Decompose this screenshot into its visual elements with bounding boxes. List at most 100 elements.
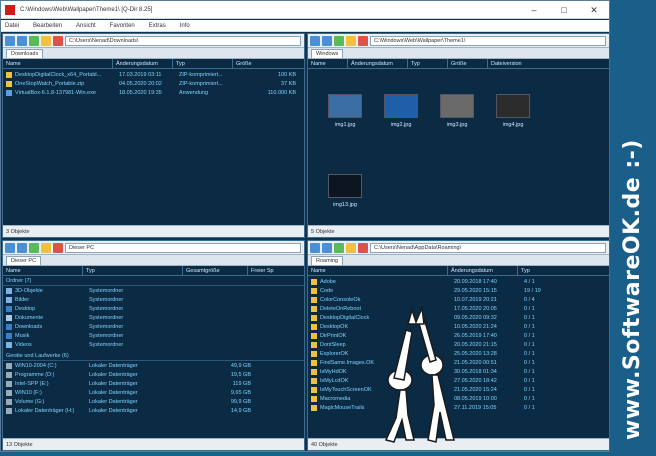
list-item[interactable]: Code 29.05.2020 15:15 19 / 19: [308, 286, 609, 295]
close-icon[interactable]: ✕: [579, 1, 609, 19]
list-item[interactable]: Lokaler Datenträger (H:) Lokaler Datenträ…: [3, 406, 304, 415]
list-item[interactable]: Musik Systemordner: [3, 331, 304, 340]
status-bar: 5 Objekte: [308, 225, 609, 237]
item-type: 0 / 1: [524, 359, 535, 366]
thumbnail-img3[interactable]: [440, 94, 474, 118]
address-bar[interactable]: C:\Windows\Web\Wallpaper\Theme1\: [370, 35, 606, 46]
list-item[interactable]: Programme (D:) Lokaler Datenträger 19,5 GB: [3, 370, 304, 379]
up-icon[interactable]: [29, 242, 39, 253]
list-item[interactable]: OneStopWatch_Portable.zip 04.05.2020 20:…: [3, 79, 304, 88]
list-item[interactable]: WIN10-2004 (C:) Lokaler Datenträger 49,9 G…: [3, 361, 304, 370]
favorites-icon[interactable]: [53, 35, 63, 46]
qdir-window: C:\Windows\Web\Wallpaper\Theme1\ [Q-Dir …: [0, 0, 610, 452]
col-date[interactable]: Änderungsdatum: [348, 59, 408, 68]
tab-windows[interactable]: Windows: [311, 49, 344, 58]
list-item[interactable]: Downloads Systemordner: [3, 322, 304, 331]
menu-bearbeiten[interactable]: Bearbeiten: [33, 23, 62, 29]
list-item[interactable]: Dokumente Systemordner: [3, 313, 304, 322]
menu-favoriten[interactable]: Favoriten: [110, 23, 135, 29]
item-name: Lokaler Datenträger (H:): [15, 407, 75, 414]
up-icon[interactable]: [334, 242, 344, 253]
item-type: 0 / 1: [524, 305, 535, 312]
tab-downloads[interactable]: Downloads: [6, 49, 44, 58]
col-date[interactable]: Änderungsdatum: [113, 59, 173, 68]
item-size: 9,65 GB: [230, 389, 251, 396]
folder-icon[interactable]: [346, 242, 356, 253]
address-bar[interactable]: Dieser PC: [65, 242, 301, 253]
list-item[interactable]: Videos Systemordner: [3, 340, 304, 349]
list-item[interactable]: 3D-Objekte Systemordner: [3, 286, 304, 295]
col-type[interactable]: Typ: [173, 59, 233, 68]
up-icon[interactable]: [29, 35, 39, 46]
cheering-figures-illustration: [384, 305, 455, 443]
item-type: Lokaler Datenträger: [89, 398, 138, 405]
folder-icon[interactable]: [346, 35, 356, 46]
up-icon[interactable]: [334, 35, 344, 46]
item-size: 37 KB: [281, 80, 296, 87]
address-bar[interactable]: C:\Users\Nenad\Downloads\: [65, 35, 301, 46]
forward-icon[interactable]: [322, 35, 332, 46]
back-icon[interactable]: [310, 242, 320, 253]
col-free-space[interactable]: Freier Sp: [248, 266, 298, 275]
col-name[interactable]: Name: [3, 266, 83, 275]
col-size[interactable]: Größe: [233, 59, 293, 68]
item-date: 04.05.2020 20:02: [119, 80, 162, 87]
menu-extras[interactable]: Extras: [149, 23, 166, 29]
col-type[interactable]: Typ: [83, 266, 183, 275]
minimize-icon[interactable]: –: [519, 1, 549, 19]
thumbnail-img2[interactable]: [384, 94, 418, 118]
group-header-folders[interactable]: Ordner (7): [3, 277, 304, 286]
item-name: Musik: [15, 332, 30, 339]
col-date[interactable]: Änderungsdatum: [448, 266, 518, 275]
col-version[interactable]: Dateiversion: [488, 59, 548, 68]
item-type: 0 / 1: [524, 341, 535, 348]
folder-icon[interactable]: [41, 242, 51, 253]
favorites-icon[interactable]: [358, 35, 368, 46]
thumbnail-img4[interactable]: [496, 94, 530, 118]
list-item[interactable]: Volume (G:) Lokaler Datenträger 99,9 GB: [3, 397, 304, 406]
thumbnail-img13[interactable]: [328, 174, 362, 198]
list-item[interactable]: Desktop Systemordner: [3, 304, 304, 313]
favorites-icon[interactable]: [358, 242, 368, 253]
list-item[interactable]: DesktopDigitalClock_x64_Portabl... 17.03…: [3, 70, 304, 79]
item-name: WIN10 (F:): [15, 389, 42, 396]
back-icon[interactable]: [310, 35, 320, 46]
pane-bottom-left: Dieser PC Dieser PC Name Typ Gesamtgröße…: [2, 240, 305, 451]
address-bar[interactable]: C:\Users\Nenad\AppData\Roaming\: [370, 242, 606, 253]
list-item[interactable]: WIN10 (F:) Lokaler Datenträger 9,65 GB: [3, 388, 304, 397]
col-name[interactable]: Name: [308, 59, 348, 68]
tab-label: Downloads: [11, 51, 39, 57]
maximize-icon[interactable]: □: [549, 1, 579, 19]
item-date: 20.09.2018 17:40: [454, 278, 497, 285]
col-size[interactable]: Größe: [448, 59, 488, 68]
menu-info[interactable]: Info: [180, 23, 190, 29]
menu-datei[interactable]: Datei: [5, 23, 19, 29]
list-item[interactable]: VirtualBox-6.1.8-137981-Win.exe 18.05.20…: [3, 88, 304, 97]
folder-icon[interactable]: [41, 35, 51, 46]
item-name: Videos: [15, 341, 32, 348]
list-item[interactable]: Bilder Systemordner: [3, 295, 304, 304]
tab-dieser-pc[interactable]: Dieser PC: [6, 256, 42, 265]
thumbnail-img1[interactable]: [328, 94, 362, 118]
list-item[interactable]: Intel-SPP (E:) Lokaler Datenträger 119 GB: [3, 379, 304, 388]
col-name[interactable]: Name: [308, 266, 448, 275]
back-icon[interactable]: [5, 35, 15, 46]
item-type: ZIP-komprimiert...: [179, 80, 223, 87]
item-type: Anwendung: [179, 89, 209, 96]
forward-icon[interactable]: [17, 242, 27, 253]
col-name[interactable]: Name: [3, 59, 113, 68]
item-type: 0 / 1: [524, 368, 535, 375]
col-type[interactable]: Typ: [518, 266, 578, 275]
favorites-icon[interactable]: [53, 242, 63, 253]
tabstrip-bottom-left: Dieser PC: [3, 255, 304, 266]
col-total-size[interactable]: Gesamtgröße: [183, 266, 248, 275]
forward-icon[interactable]: [17, 35, 27, 46]
col-type[interactable]: Typ: [408, 59, 448, 68]
tab-roaming[interactable]: Roaming: [311, 256, 344, 265]
menu-ansicht[interactable]: Ansicht: [76, 23, 96, 29]
group-header-drives[interactable]: Geräte und Laufwerke (6): [3, 352, 304, 361]
toolbar-top-left: C:\Users\Nenad\Downloads\: [3, 34, 304, 48]
forward-icon[interactable]: [322, 242, 332, 253]
list-item[interactable]: Adobe 20.09.2018 17:40 4 / 1: [308, 277, 609, 286]
back-icon[interactable]: [5, 242, 15, 253]
